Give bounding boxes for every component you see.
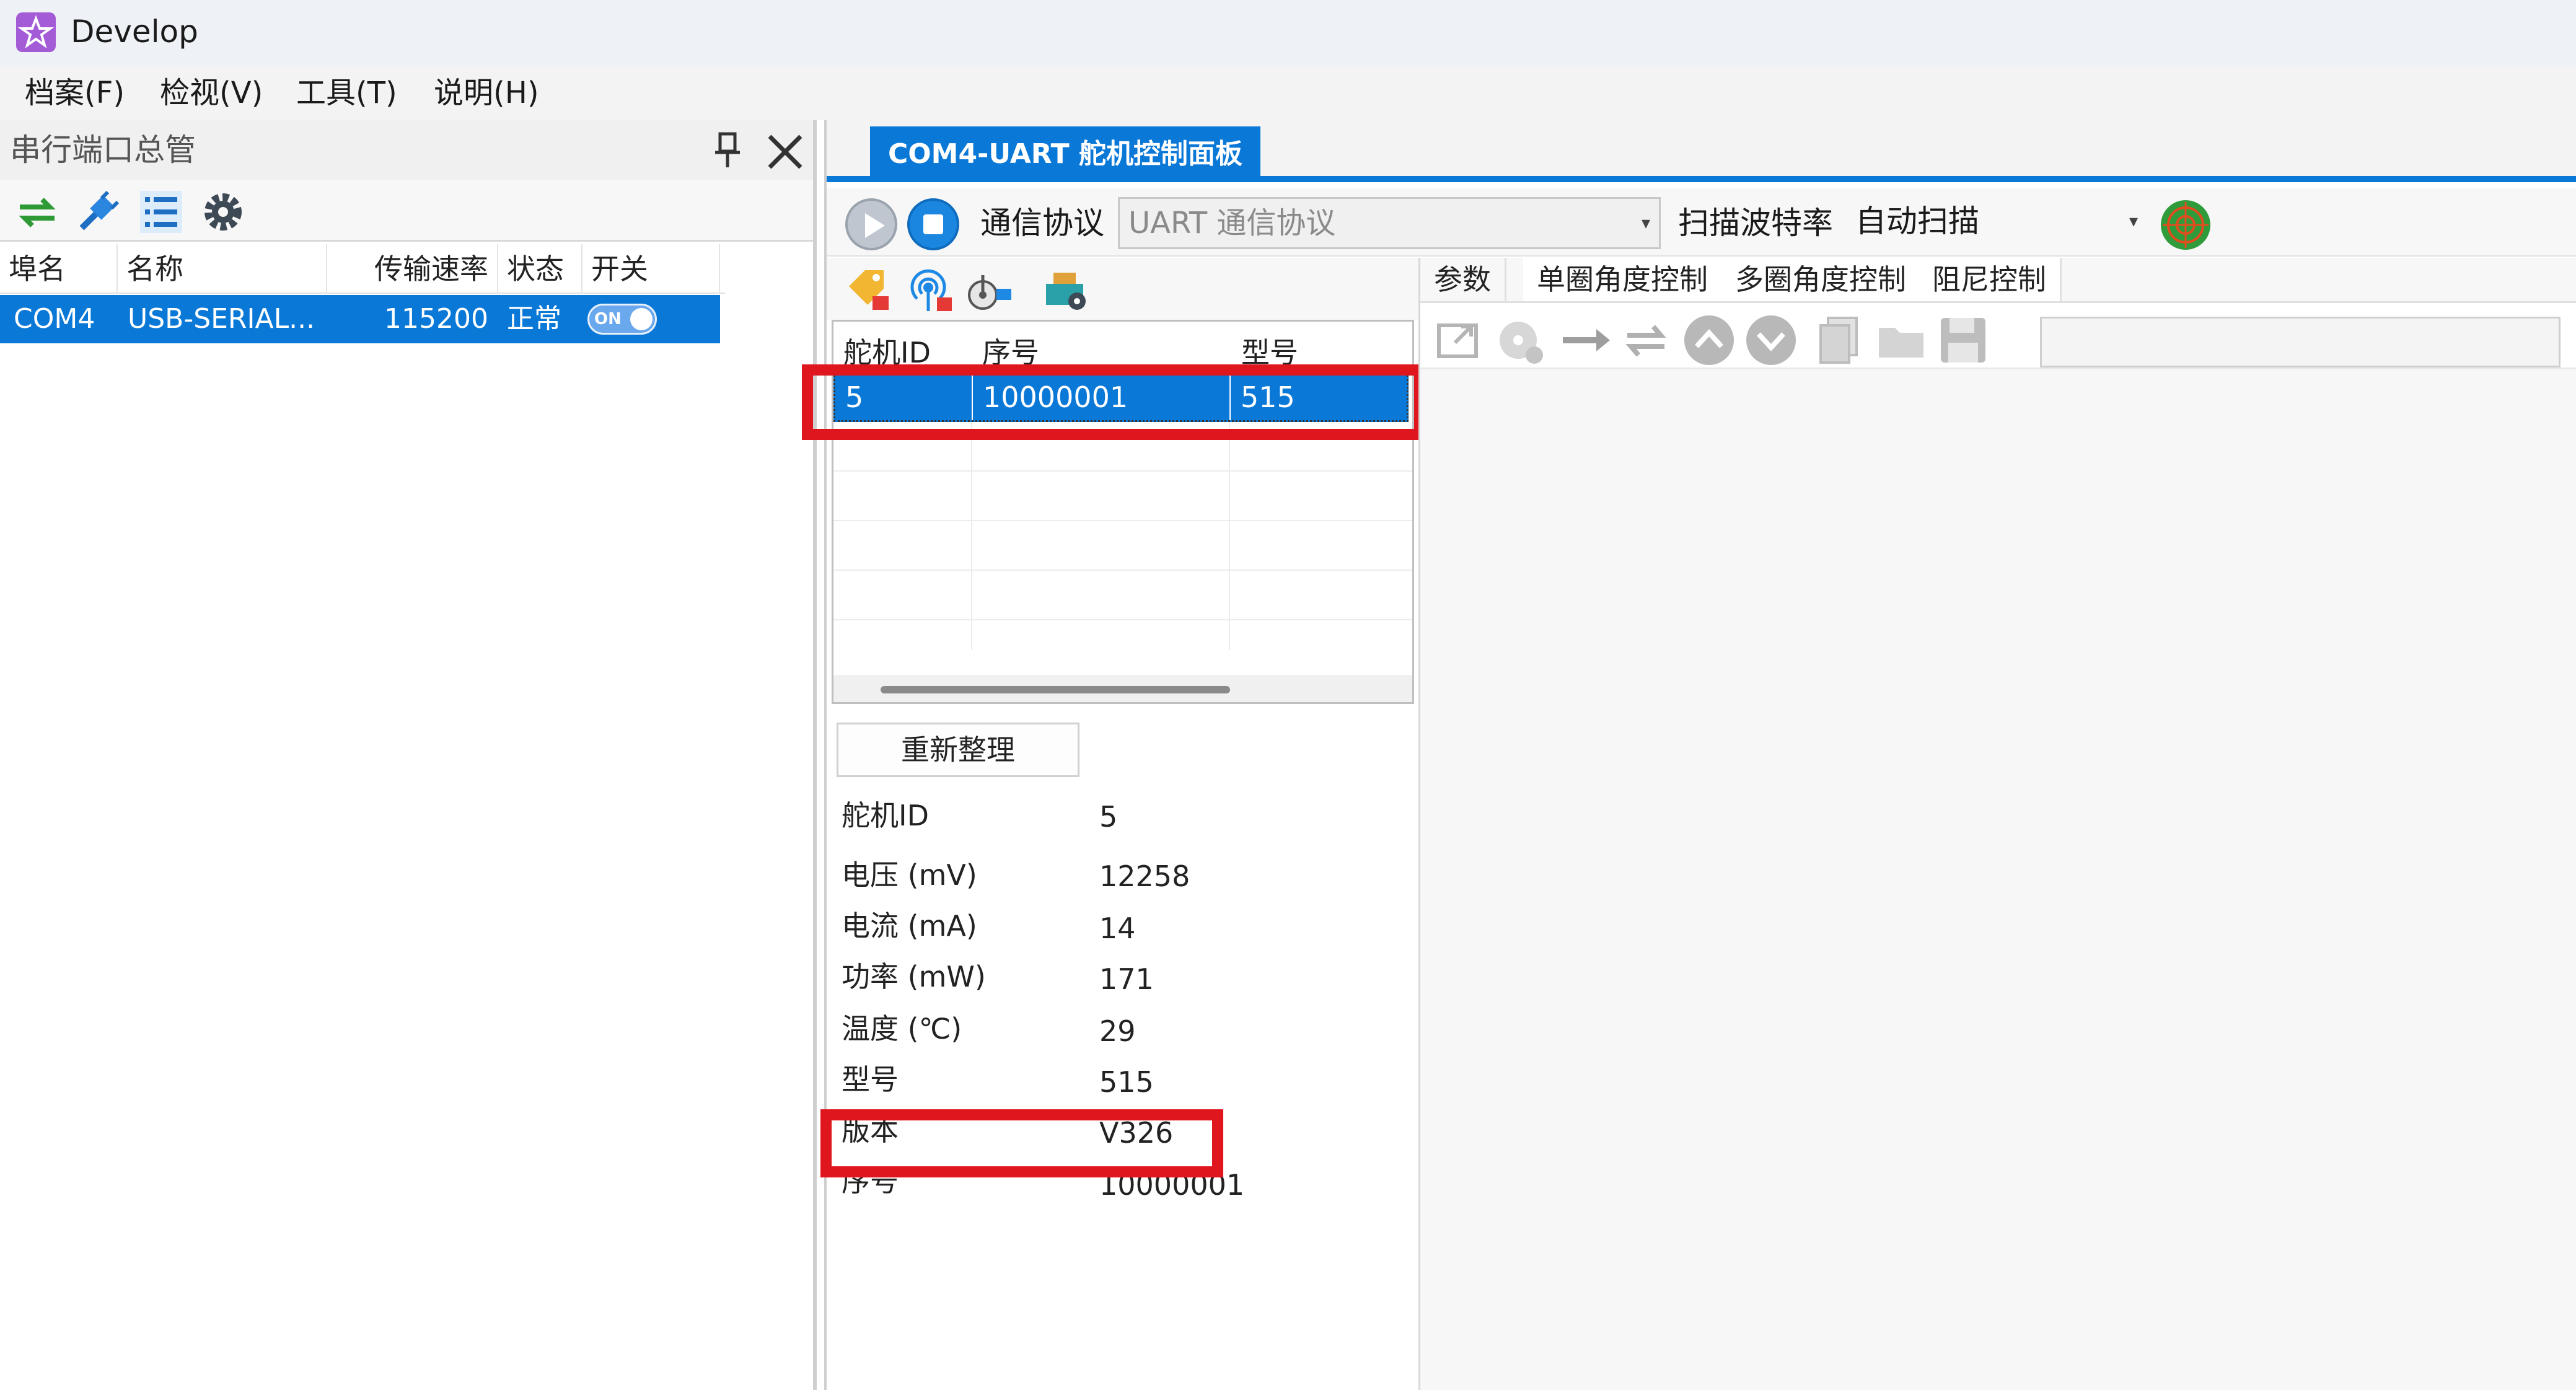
serial-port-panel: 串行端口总管 埠名 名称 传输速率 状态 开关 COM4 USB-SERIAL.… xyxy=(0,120,817,1390)
protocol-toolbar: 通信协议 UART 通信协议 ▾ 扫描波特率 自动扫描 ▾ xyxy=(827,188,2576,257)
panel-header: 串行端口总管 xyxy=(0,120,813,180)
device-icon[interactable] xyxy=(1041,265,1091,315)
tab-single-turn-angle[interactable]: 单圈角度控制 xyxy=(1523,258,1723,301)
menu-file[interactable]: 档案(F) xyxy=(17,73,132,113)
highlight-box-servo-row xyxy=(802,364,1425,440)
info-value-model: 515 xyxy=(1099,1065,1154,1099)
highlight-box-version xyxy=(820,1109,1223,1177)
title-bar: Develop xyxy=(0,0,2576,66)
grid-divider xyxy=(833,520,1412,521)
status-cell: 正常 xyxy=(507,303,561,335)
servo-grid-header: 舵机ID 序号 型号 xyxy=(833,322,1412,371)
tag-icon[interactable] xyxy=(844,265,894,315)
table-row[interactable]: COM4 USB-SERIAL... 115200 正常 ON xyxy=(0,295,720,343)
detail-content xyxy=(1420,369,2576,1390)
app-star-icon xyxy=(16,12,56,52)
menu-help[interactable]: 说明(H) xyxy=(426,73,547,113)
grid-divider xyxy=(971,422,972,650)
info-label-power: 功率 (mW) xyxy=(842,960,986,993)
panel-title: 串行端口总管 xyxy=(10,132,196,168)
servo-toolbar xyxy=(827,258,1418,320)
signal-icon[interactable] xyxy=(906,265,956,315)
name-cell: USB-SERIAL... xyxy=(128,303,315,335)
scan-baud-value: 自动扫描 xyxy=(1855,203,1979,239)
grid-divider xyxy=(833,570,1412,571)
stop-icon xyxy=(923,214,943,234)
toggle-label: ON xyxy=(594,310,622,328)
grid-divider xyxy=(1229,422,1230,650)
radar-scan-icon[interactable] xyxy=(2159,198,2212,252)
play-icon xyxy=(865,213,885,238)
info-value-temperature: 29 xyxy=(1099,1014,1136,1048)
window-title: Develop xyxy=(71,14,198,50)
horizontal-scrollbar[interactable] xyxy=(833,675,1412,702)
connect-icon[interactable] xyxy=(74,188,121,235)
port-toolbar xyxy=(0,180,813,242)
close-icon[interactable] xyxy=(763,130,807,174)
scrollbar-thumb[interactable] xyxy=(881,686,1230,693)
grid-divider xyxy=(833,470,1412,472)
info-value-current: 14 xyxy=(1099,912,1136,945)
detail-toolbar-input[interactable] xyxy=(2040,317,2561,367)
col-switch[interactable]: 开关 xyxy=(582,244,720,294)
menu-bar: 档案(F) 检视(V) 工具(T) 说明(H) xyxy=(0,66,2576,120)
col-name[interactable]: 名称 xyxy=(118,244,327,294)
gear-icon[interactable] xyxy=(200,188,247,235)
servo-icon[interactable] xyxy=(964,265,1014,315)
detail-toolbar xyxy=(1420,301,2576,369)
folder-icon[interactable] xyxy=(1875,314,1927,366)
protocol-select-value: UART 通信协议 xyxy=(1128,206,1336,240)
col-status[interactable]: 状态 xyxy=(498,244,582,294)
grid-divider xyxy=(833,619,1412,620)
tab-parameters[interactable]: 参数 xyxy=(1420,258,1506,301)
document-tab-strip: COM4-UART 舵机控制面板 xyxy=(827,120,2576,182)
info-label-model: 型号 xyxy=(842,1063,899,1096)
col-baud[interactable]: 传输速率 xyxy=(327,244,498,294)
servo-detail-panel: 参数 单圈角度控制 多圈角度控制 阻尼控制 xyxy=(1418,258,2576,1390)
col-serial[interactable]: 序号 xyxy=(972,322,1229,371)
port-table-header: 埠名 名称 传输速率 状态 开关 xyxy=(0,244,725,294)
detail-tabs: 参数 单圈角度控制 多圈角度控制 阻尼控制 xyxy=(1420,258,2576,301)
stop-button[interactable] xyxy=(907,198,959,250)
col-model[interactable]: 型号 xyxy=(1229,322,1412,371)
play-button[interactable] xyxy=(845,198,897,250)
protocol-label: 通信协议 xyxy=(980,205,1104,241)
refresh-icon[interactable] xyxy=(14,188,61,235)
scan-baud-select[interactable]: 自动扫描 ▾ xyxy=(1845,197,2147,249)
arrow-right-icon[interactable] xyxy=(1559,314,1611,366)
info-value-voltage: 12258 xyxy=(1099,860,1190,893)
info-value-servo-id: 5 xyxy=(1099,800,1118,834)
tab-damping-control[interactable]: 阻尼控制 xyxy=(1919,258,2062,301)
chevron-down-icon: ▾ xyxy=(1641,213,1650,233)
tab-multi-turn-angle[interactable]: 多圈角度控制 xyxy=(1721,258,1922,301)
baud-cell: 115200 xyxy=(384,303,488,335)
scan-baud-label: 扫描波特率 xyxy=(1678,205,1833,241)
info-value-power: 171 xyxy=(1099,962,1154,996)
save-icon[interactable] xyxy=(1937,314,1989,366)
export-icon[interactable] xyxy=(1434,314,1486,366)
col-port-name[interactable]: 埠名 xyxy=(0,244,118,294)
down-icon[interactable] xyxy=(1745,314,1797,366)
chevron-down-icon: ▾ xyxy=(2129,211,2138,231)
up-icon[interactable] xyxy=(1683,314,1735,366)
copy-icon[interactable] xyxy=(1813,314,1865,366)
menu-view[interactable]: 检视(V) xyxy=(152,73,270,113)
loop-icon[interactable] xyxy=(1620,314,1672,366)
toggle-knob xyxy=(630,308,653,330)
servo-control-document: COM4-UART 舵机控制面板 通信协议 UART 通信协议 ▾ 扫描波特率 … xyxy=(802,120,2576,1390)
info-label-servo-id: 舵机ID xyxy=(842,799,929,832)
pin-icon[interactable] xyxy=(710,130,745,170)
port-switch-toggle[interactable]: ON xyxy=(587,304,657,335)
col-servo-id[interactable]: 舵机ID xyxy=(833,322,972,371)
refresh-button[interactable]: 重新整理 xyxy=(837,723,1079,777)
port-cell: COM4 xyxy=(14,303,95,335)
list-icon[interactable] xyxy=(138,188,185,235)
disc-icon[interactable] xyxy=(1495,314,1547,366)
info-label-voltage: 电压 (mV) xyxy=(842,858,977,892)
info-label-temperature: 温度 (℃) xyxy=(842,1012,962,1045)
tab-servo-control-panel[interactable]: COM4-UART 舵机控制面板 xyxy=(870,126,1260,182)
menu-tools[interactable]: 工具(T) xyxy=(289,73,405,113)
info-label-current: 电流 (mA) xyxy=(842,909,977,943)
protocol-select[interactable]: UART 通信协议 ▾ xyxy=(1118,197,1661,249)
